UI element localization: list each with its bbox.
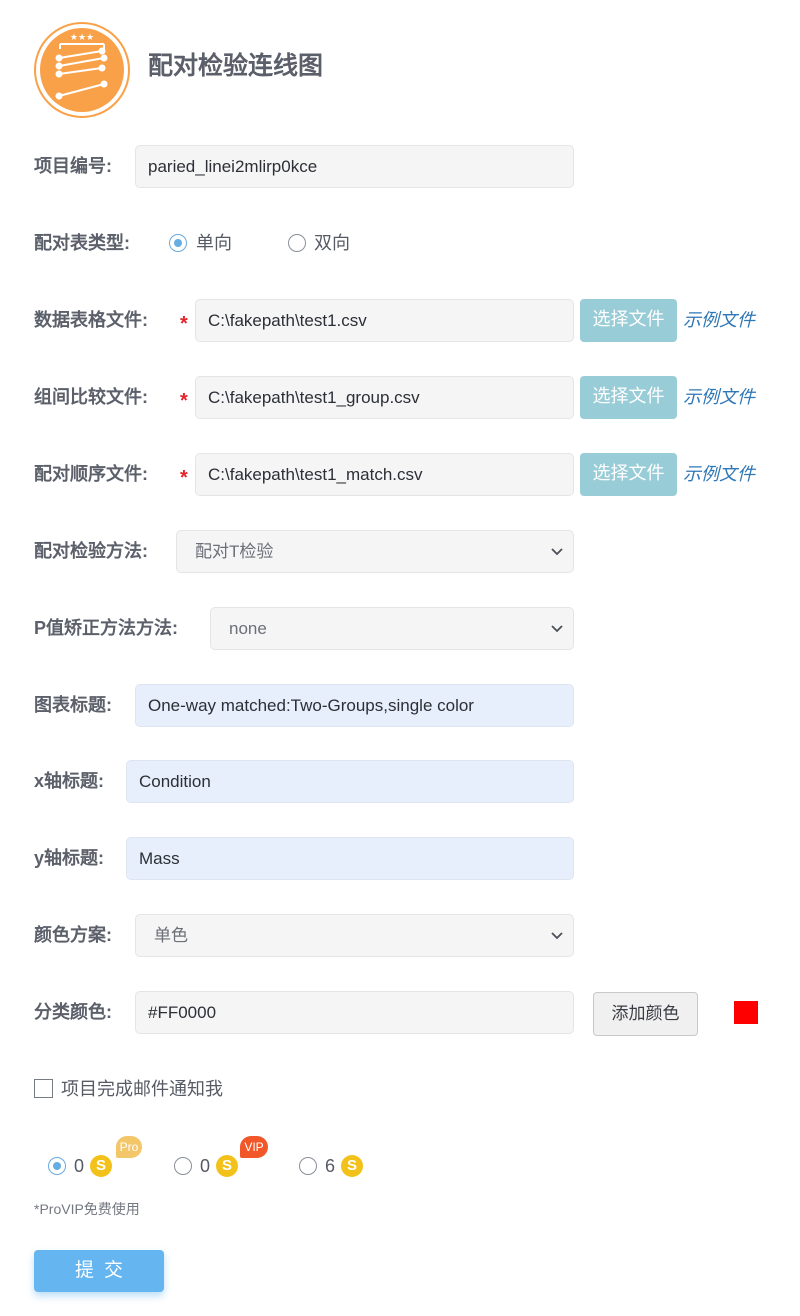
test-method-select[interactable]: 配对T检验 [176,530,574,573]
match-file-example-link[interactable]: 示例文件 [683,462,755,486]
chart-title-label: 图表标题: [34,695,112,715]
coin-icon: S [341,1155,363,1177]
required-mark: * [180,467,188,489]
color-scheme-label: 颜色方案: [34,925,112,945]
required-mark: * [180,313,188,335]
pricing-standard-radio[interactable] [299,1157,317,1175]
paired-lines-logo-icon: ★★★ [34,22,130,118]
data-file-example-link[interactable]: 示例文件 [683,308,755,332]
pricing-vip-amount: 0 [200,1156,211,1176]
chevron-down-icon [551,932,563,940]
class-color-field[interactable]: #FF0000 [135,991,574,1034]
data-file-label: 数据表格文件: [34,310,148,330]
table-type-label: 配对表类型: [34,233,130,253]
group-file-field[interactable]: C:\fakepath\test1_group.csv [195,376,574,419]
required-mark: * [180,390,188,412]
pricing-pro-amount: 0 [74,1156,85,1176]
add-color-button[interactable]: 添加颜色 [593,992,698,1036]
two-way-radio-label[interactable]: 双向 [314,231,350,255]
pricing-pro-radio[interactable] [48,1157,66,1175]
p-adjust-select[interactable]: none [210,607,574,650]
data-file-choose-button[interactable]: 选择文件 [580,299,677,342]
project-id-field[interactable]: paried_linei2mlirp0kce [135,145,574,188]
x-title-label: x轴标题: [34,771,105,791]
pricing-vip-radio[interactable] [174,1157,192,1175]
chevron-down-icon [551,548,563,556]
coin-icon: S [216,1155,238,1177]
project-id-label: 项目编号: [34,156,112,176]
group-file-example-link[interactable]: 示例文件 [683,385,755,409]
two-way-radio[interactable] [288,234,306,252]
group-file-label: 组间比较文件: [34,387,148,407]
match-file-choose-button[interactable]: 选择文件 [580,453,677,496]
match-file-field[interactable]: C:\fakepath\test1_match.csv [195,453,574,496]
y-title-label: y轴标题: [34,848,105,868]
p-adjust-selected: none [229,619,267,638]
color-scheme-select[interactable]: 单色 [135,914,574,957]
x-title-field[interactable]: Condition [126,760,574,803]
test-method-label: 配对检验方法: [34,541,148,561]
one-way-radio[interactable] [169,234,187,252]
submit-button[interactable]: 提交 [34,1250,164,1292]
p-adjust-label: P值矫正方法方法: [34,618,178,638]
email-notify-checkbox[interactable] [34,1079,53,1098]
coin-icon: S [90,1155,112,1177]
svg-text:★★★: ★★★ [70,33,94,43]
y-title-field[interactable]: Mass [126,837,574,880]
one-way-radio-label[interactable]: 单向 [196,231,232,255]
group-file-choose-button[interactable]: 选择文件 [580,376,677,419]
page-title: 配对检验连线图 [148,52,324,80]
color-scheme-selected: 单色 [154,926,188,945]
match-file-label: 配对顺序文件: [34,464,148,484]
color-swatch[interactable] [734,1001,758,1024]
pricing-standard-amount: 6 [325,1156,336,1176]
pricing-note: *ProVIP免费使用 [34,1201,140,1217]
chart-title-field[interactable]: One-way matched:Two-Groups,single color [135,684,574,727]
pro-badge: Pro [116,1136,142,1158]
vip-badge: VIP [240,1136,268,1158]
class-color-label: 分类颜色: [34,1002,112,1022]
chevron-down-icon [551,625,563,633]
email-notify-label[interactable]: 项目完成邮件通知我 [61,1077,223,1101]
test-method-selected: 配对T检验 [195,542,274,561]
data-file-field[interactable]: C:\fakepath\test1.csv [195,299,574,342]
